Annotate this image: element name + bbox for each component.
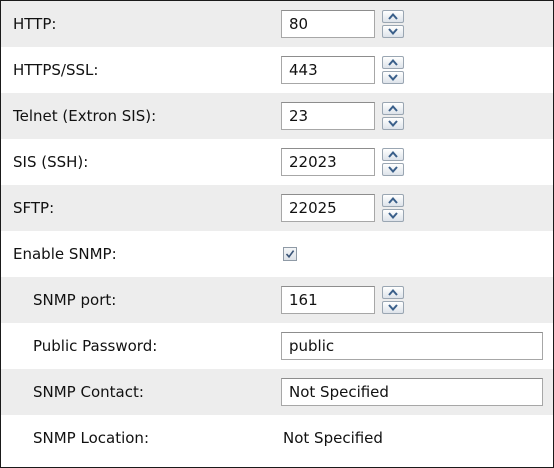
sftp-port-input[interactable] (281, 194, 375, 222)
sis-ssh-port-input[interactable] (281, 148, 375, 176)
network-ports-panel: HTTP: HTTPS/SSL: Telnet (Extron SIS): (0, 0, 554, 468)
spinner-up-arrow-icon[interactable] (382, 102, 404, 115)
snmp-location-label: SNMP Location: (33, 429, 149, 447)
telnet-row: Telnet (Extron SIS): (1, 93, 553, 139)
sftp-label: SFTP: (13, 199, 55, 217)
enable-snmp-checkbox[interactable] (283, 247, 297, 261)
snmp-port-label: SNMP port: (33, 291, 117, 309)
snmp-port-row: SNMP port: (1, 277, 553, 323)
spinner-up-arrow-icon[interactable] (382, 56, 404, 69)
telnet-port-spinner (382, 102, 404, 130)
telnet-label: Telnet (Extron SIS): (13, 107, 157, 125)
telnet-port-input[interactable] (281, 102, 375, 130)
spinner-up-arrow-icon[interactable] (382, 10, 404, 23)
https-row: HTTPS/SSL: (1, 47, 553, 93)
public-password-row: Public Password: (1, 323, 553, 369)
snmp-contact-row: SNMP Contact: (1, 369, 553, 415)
http-row: HTTP: (1, 1, 553, 47)
snmp-contact-input[interactable] (281, 378, 543, 406)
spinner-down-arrow-icon[interactable] (382, 25, 404, 38)
public-password-input[interactable] (281, 332, 543, 360)
spinner-down-arrow-icon[interactable] (382, 71, 404, 84)
spinner-up-arrow-icon[interactable] (382, 148, 404, 161)
enable-snmp-row: Enable SNMP: (1, 231, 553, 277)
spinner-down-arrow-icon[interactable] (382, 301, 404, 314)
snmp-contact-label: SNMP Contact: (33, 383, 144, 401)
snmp-location-value: Not Specified (283, 429, 383, 447)
sis-ssh-port-spinner (382, 148, 404, 176)
spinner-up-arrow-icon[interactable] (382, 286, 404, 299)
http-port-input[interactable] (281, 10, 375, 38)
https-label: HTTPS/SSL: (13, 61, 99, 79)
snmp-location-row: SNMP Location: Not Specified (1, 415, 553, 461)
spinner-down-arrow-icon[interactable] (382, 117, 404, 130)
sftp-port-spinner (382, 194, 404, 222)
enable-snmp-label: Enable SNMP: (13, 245, 117, 263)
public-password-label: Public Password: (33, 337, 158, 355)
https-port-input[interactable] (281, 56, 375, 84)
http-port-spinner (382, 10, 404, 38)
spinner-down-arrow-icon[interactable] (382, 209, 404, 222)
sis-ssh-label: SIS (SSH): (13, 153, 89, 171)
sis-ssh-row: SIS (SSH): (1, 139, 553, 185)
checkmark-icon (285, 250, 295, 259)
sftp-row: SFTP: (1, 185, 553, 231)
http-label: HTTP: (13, 15, 57, 33)
spinner-down-arrow-icon[interactable] (382, 163, 404, 176)
https-port-spinner (382, 56, 404, 84)
snmp-port-input[interactable] (281, 286, 375, 314)
spinner-up-arrow-icon[interactable] (382, 194, 404, 207)
snmp-port-spinner (382, 286, 404, 314)
